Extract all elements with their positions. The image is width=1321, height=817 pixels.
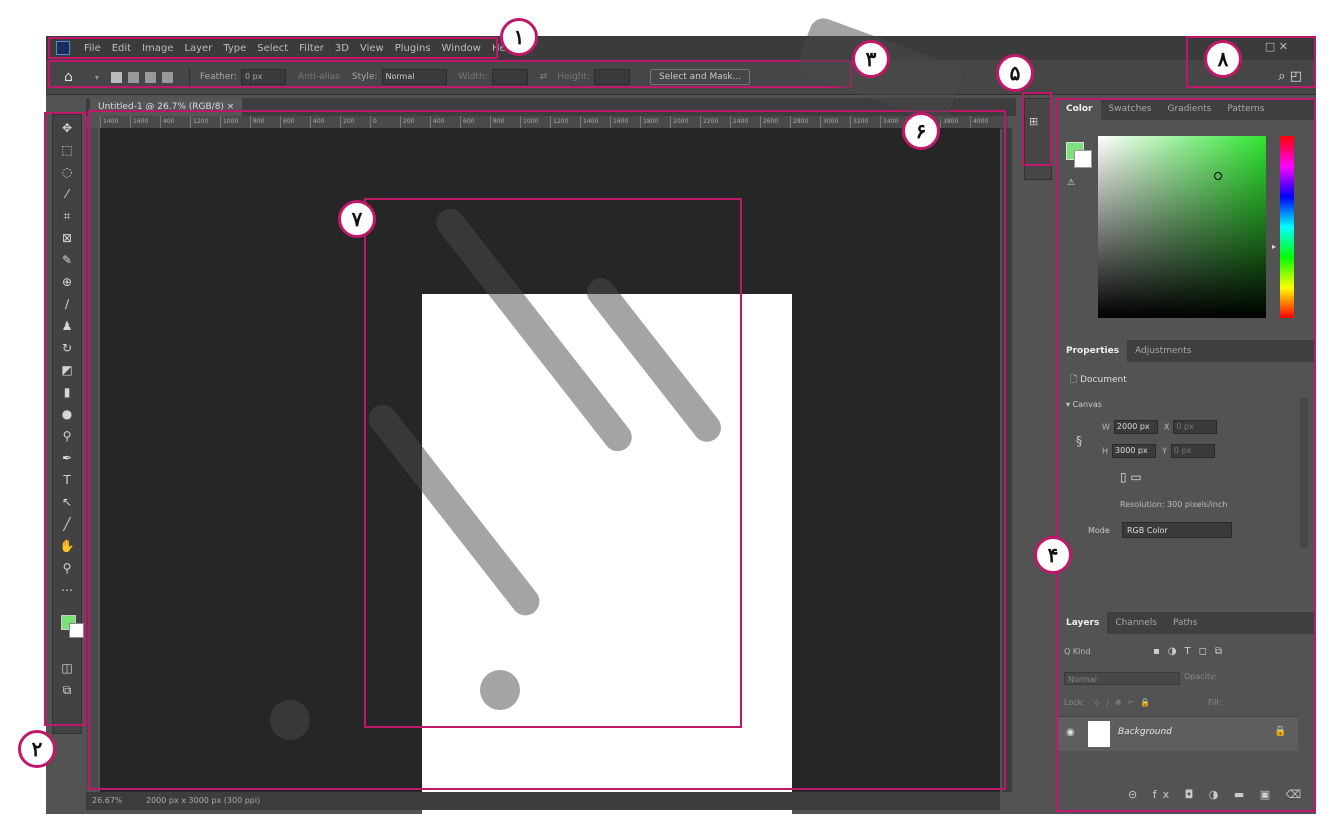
callout-frame-menubar (48, 37, 498, 59)
callout-frame-options-bar (48, 60, 852, 88)
callout-badge-4: ۴ (1034, 536, 1072, 574)
callout-badge-7: ۷ (338, 200, 376, 238)
zoom-level[interactable]: 26.67% (92, 792, 123, 810)
callout-badge-2: ۲ (18, 730, 56, 768)
status-bar: 26.67% 2000 px x 3000 px (300 ppi) (86, 792, 1000, 810)
callout-frame-panels (1056, 98, 1316, 812)
watermark-dot (480, 670, 520, 710)
callout-badge-1: ۱ (500, 18, 538, 56)
callout-badge-5: ۵ (996, 54, 1034, 92)
document-info[interactable]: 2000 px x 3000 px (300 ppi) (146, 792, 260, 810)
callout-badge-3: ۳ (852, 40, 890, 78)
callout-frame-dock (1022, 92, 1052, 166)
callout-badge-6: ۶ (902, 112, 940, 150)
callout-frame-tools (44, 112, 86, 726)
callout-badge-8: ۸ (1204, 40, 1242, 78)
watermark-dot (270, 700, 310, 740)
